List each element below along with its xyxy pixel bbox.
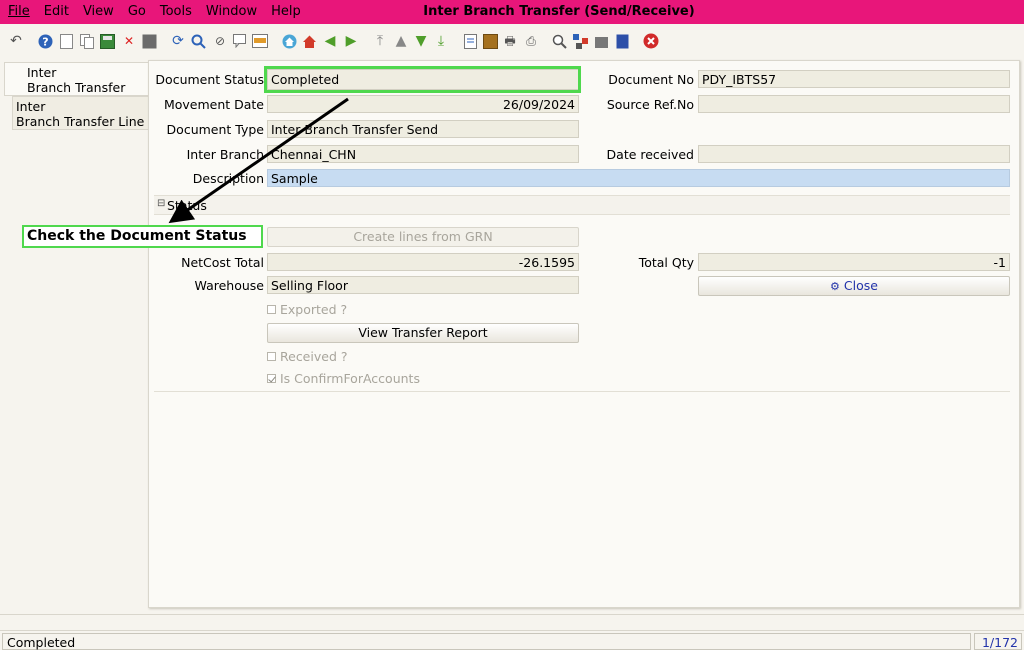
status-group-title: Status bbox=[167, 198, 207, 213]
source-ref-label: Source Ref.No bbox=[606, 97, 694, 112]
exported-label: Exported ? bbox=[280, 302, 348, 317]
tab-inter-branch-transfer-line[interactable]: Inter Branch Transfer Line bbox=[12, 96, 148, 130]
menu-file[interactable]: File bbox=[8, 4, 30, 19]
toolbar: ↶ ? ✕ ⟳ ⊘ ◀ ▶ ⤒ ▲ ▼ ⤓ 🖶 ⎙ bbox=[0, 24, 1024, 58]
warehouse-field[interactable]: Selling Floor bbox=[267, 276, 579, 294]
view-transfer-report-button[interactable]: View Transfer Report bbox=[267, 323, 579, 343]
exported-checkbox[interactable]: Exported ? bbox=[267, 302, 347, 317]
tab-header-line1: Inter bbox=[27, 65, 57, 80]
copy-icon[interactable] bbox=[79, 33, 95, 49]
close-gear-icon: ⚙ bbox=[830, 280, 840, 293]
netcost-field[interactable]: -26.1595 bbox=[267, 253, 579, 271]
description-field[interactable]: Sample bbox=[267, 169, 1010, 187]
exported-box bbox=[267, 305, 276, 314]
title-bar: Inter Branch Transfer (Send/Receive) Fil… bbox=[0, 0, 1024, 24]
back-icon[interactable]: ◀ bbox=[322, 33, 338, 49]
first-icon[interactable]: ⤒ bbox=[372, 33, 388, 49]
received-label: Received ? bbox=[280, 349, 348, 364]
description-label: Description bbox=[192, 171, 264, 186]
svg-text:?: ? bbox=[42, 35, 48, 48]
annotation-callout: Check the Document Status bbox=[22, 225, 263, 248]
print-preview-icon[interactable]: 🖶 bbox=[502, 33, 518, 49]
confirm-for-accounts-box bbox=[267, 374, 276, 383]
movement-date-field[interactable]: 26/09/2024 bbox=[267, 95, 579, 113]
window-title: Inter Branch Transfer (Send/Receive) bbox=[423, 4, 695, 19]
received-checkbox[interactable]: Received ? bbox=[267, 349, 347, 364]
next-icon[interactable]: ▼ bbox=[413, 33, 429, 49]
document-no-field[interactable]: PDY_IBTS57 bbox=[698, 70, 1010, 88]
undo-icon[interactable]: ↶ bbox=[8, 33, 24, 49]
home-red-icon[interactable] bbox=[301, 33, 317, 49]
document-status-label: Document Status bbox=[155, 72, 264, 87]
document-type-field[interactable]: Inter Branch Transfer Send bbox=[267, 120, 579, 138]
collapse-icon[interactable]: ⊟ bbox=[157, 198, 165, 209]
attachment-icon[interactable]: ⊘ bbox=[212, 33, 228, 49]
menu-tools[interactable]: Tools bbox=[160, 4, 192, 19]
print-icon[interactable]: ⎙ bbox=[523, 33, 539, 49]
app-window: Inter Branch Transfer (Send/Receive) Fil… bbox=[0, 0, 1024, 650]
grid-icon[interactable] bbox=[141, 33, 157, 49]
group-divider bbox=[154, 391, 1010, 392]
inter-branch-label: Inter Branch bbox=[186, 147, 264, 162]
inter-branch-field[interactable]: Chennai_CHN bbox=[267, 145, 579, 163]
received-box bbox=[267, 352, 276, 361]
tab-inter-branch-transfer[interactable]: Inter Branch Transfer bbox=[4, 62, 148, 96]
total-qty-label: Total Qty bbox=[638, 255, 694, 270]
document-no-label: Document No bbox=[608, 72, 694, 87]
home-icon[interactable] bbox=[281, 33, 297, 49]
note-icon[interactable] bbox=[614, 33, 630, 49]
workflow-icon[interactable] bbox=[572, 33, 588, 49]
statusbar-divider bbox=[0, 614, 1024, 615]
zoom-icon[interactable] bbox=[551, 33, 567, 49]
menu-edit[interactable]: Edit bbox=[44, 4, 69, 19]
date-received-field[interactable] bbox=[698, 145, 1010, 163]
movement-date-label: Movement Date bbox=[163, 97, 264, 112]
product-icon[interactable] bbox=[593, 33, 609, 49]
status-group-header[interactable]: ⊟ Status bbox=[154, 195, 1010, 215]
menu-bar: File Edit View Go Tools Window Help bbox=[8, 4, 315, 19]
total-qty-field[interactable]: -1 bbox=[698, 253, 1010, 271]
document-status-field[interactable]: Completed bbox=[267, 69, 579, 90]
status-text: Completed bbox=[2, 633, 971, 650]
netcost-label: NetCost Total bbox=[181, 255, 264, 270]
history-icon[interactable] bbox=[252, 33, 268, 49]
report-icon[interactable] bbox=[462, 33, 478, 49]
confirm-for-accounts-checkbox[interactable]: Is ConfirmForAccounts bbox=[267, 371, 420, 386]
confirm-for-accounts-label: Is ConfirmForAccounts bbox=[280, 371, 420, 386]
help-icon[interactable]: ? bbox=[37, 33, 53, 49]
close-button-label: Close bbox=[843, 278, 878, 293]
document-type-label: Document Type bbox=[166, 122, 264, 137]
exit-icon[interactable] bbox=[643, 33, 659, 49]
warehouse-label: Warehouse bbox=[194, 278, 264, 293]
new-icon[interactable] bbox=[58, 33, 74, 49]
archive-icon[interactable] bbox=[482, 33, 498, 49]
last-icon[interactable]: ⤓ bbox=[433, 33, 449, 49]
create-lines-button[interactable]: Create lines from GRN bbox=[267, 227, 579, 247]
tab-line-line1: Inter bbox=[16, 99, 46, 114]
find-icon[interactable] bbox=[190, 33, 206, 49]
tab-line-line2: Branch Transfer Line bbox=[16, 114, 145, 129]
save-icon[interactable] bbox=[99, 33, 115, 49]
refresh-icon[interactable]: ⟳ bbox=[170, 33, 186, 49]
chat-icon[interactable] bbox=[232, 33, 248, 49]
previous-icon[interactable]: ▲ bbox=[393, 33, 409, 49]
menu-help[interactable]: Help bbox=[271, 4, 301, 19]
menu-window[interactable]: Window bbox=[206, 4, 257, 19]
date-received-label: Date received bbox=[606, 147, 694, 162]
menu-go[interactable]: Go bbox=[128, 4, 146, 19]
source-ref-field[interactable] bbox=[698, 95, 1010, 113]
status-bar: Completed 1/172 bbox=[0, 630, 1024, 650]
menu-view[interactable]: View bbox=[83, 4, 114, 19]
tab-header-line2: Branch Transfer bbox=[27, 80, 126, 95]
record-counter[interactable]: 1/172 bbox=[974, 633, 1022, 650]
delete-icon[interactable]: ✕ bbox=[121, 33, 137, 49]
close-button[interactable]: ⚙ Close bbox=[698, 276, 1010, 296]
forward-icon[interactable]: ▶ bbox=[343, 33, 359, 49]
